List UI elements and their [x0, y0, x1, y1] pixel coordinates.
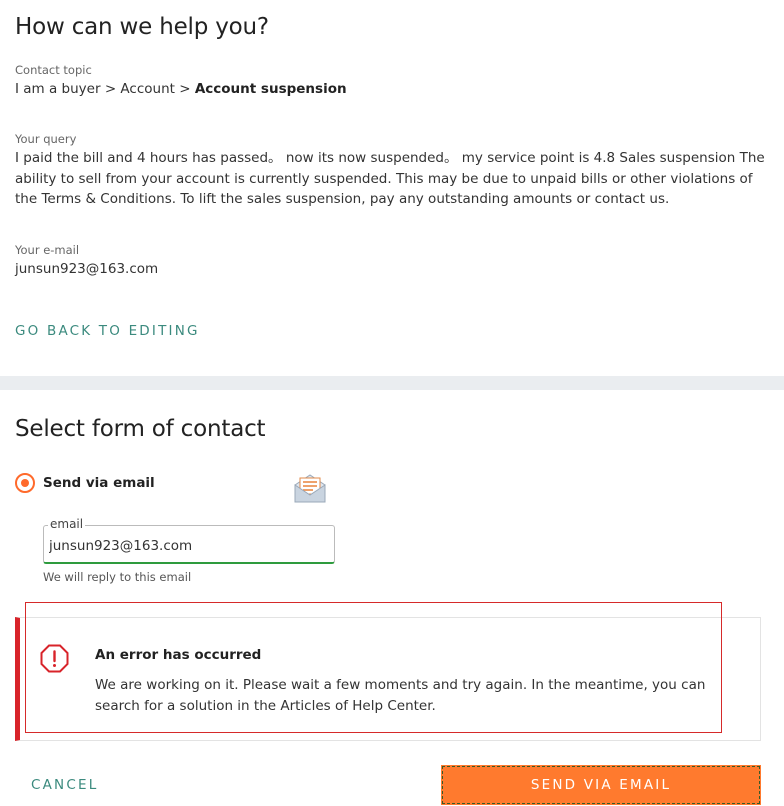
query-label: Your query: [15, 132, 77, 146]
go-back-to-editing-link[interactable]: GO BACK TO EDITING: [15, 323, 200, 339]
send-via-email-label[interactable]: Send via email: [43, 475, 155, 491]
page-title: How can we help you?: [15, 14, 269, 40]
cancel-button[interactable]: CANCEL: [31, 777, 98, 793]
error-octagon-icon: [40, 644, 69, 673]
section-divider: [0, 376, 784, 390]
error-message: We are working on it. Please wait a few …: [95, 677, 706, 714]
email-field-legend: email: [48, 517, 86, 531]
email-field[interactable]: [49, 536, 329, 556]
topic-current: Account suspension: [194, 81, 347, 97]
email-value: junsun923@163.com: [15, 261, 159, 277]
topic-path: I am a buyer > Account >: [15, 81, 195, 97]
send-via-email-radio[interactable]: [15, 473, 35, 493]
query-text: I paid the bill and 4 hours has passed。 …: [15, 150, 765, 207]
email-label: Your e-mail: [15, 243, 80, 257]
topic-label: Contact topic: [15, 63, 92, 77]
envelope-icon: [294, 474, 326, 503]
topic-value: I am a buyer > Account > Account suspens…: [15, 79, 347, 100]
email-field-hint: We will reply to this email: [43, 570, 192, 584]
error-title: An error has occurred: [95, 647, 262, 663]
contact-section-title: Select form of contact: [15, 416, 266, 442]
send-via-email-button[interactable]: SEND VIA EMAIL: [441, 765, 761, 805]
